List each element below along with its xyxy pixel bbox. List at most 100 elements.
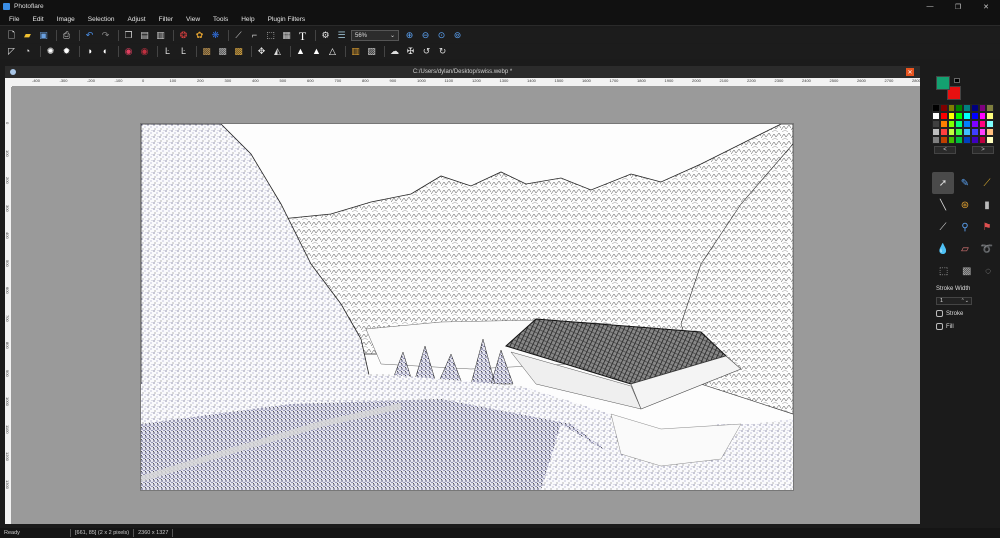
vertical-scrollbar[interactable]: [914, 87, 920, 524]
zoom-fit-icon[interactable]: ⊙: [435, 29, 448, 42]
palette-swatch[interactable]: [939, 104, 948, 112]
triangle-icon[interactable]: ▲: [294, 45, 307, 58]
palette-swatch[interactable]: [955, 136, 963, 144]
ellipse-select-icon[interactable]: ◌: [985, 266, 991, 277]
spinner-icon[interactable]: ⌃⌄: [961, 298, 969, 304]
palette-swatch[interactable]: [947, 136, 956, 144]
undo-icon[interactable]: ↶: [83, 29, 96, 42]
palette-swatch[interactable]: [978, 120, 987, 128]
stroke-checkbox[interactable]: [936, 310, 943, 317]
oil-paint-icon[interactable]: ▩: [232, 45, 245, 58]
palette-swatch[interactable]: [986, 112, 994, 120]
palette-swatch[interactable]: [986, 136, 994, 144]
zoom-actual-icon[interactable]: ⊚: [451, 29, 464, 42]
palette-swatch[interactable]: [963, 120, 971, 128]
palette-swatch[interactable]: [978, 128, 987, 136]
fill-checkbox[interactable]: [936, 323, 943, 330]
palette-swatch[interactable]: [955, 104, 963, 112]
maximize-button[interactable]: ❐: [944, 0, 972, 13]
line-icon[interactable]: ╲: [932, 194, 954, 216]
color-mix-icon[interactable]: ✿: [193, 29, 206, 42]
palette-swatch[interactable]: [947, 120, 956, 128]
image-size-icon[interactable]: ◸: [5, 45, 18, 58]
contrast-icon[interactable]: ◑: [83, 45, 96, 58]
stroke-checkbox-row[interactable]: Stroke: [936, 310, 963, 317]
triangle-outline-icon[interactable]: △: [326, 45, 339, 58]
contrast-down-icon[interactable]: ◐: [99, 45, 112, 58]
pointer-icon[interactable]: ➚: [932, 172, 954, 194]
save-icon[interactable]: ▣: [37, 29, 50, 42]
palette-swatch[interactable]: [932, 120, 940, 128]
saturation-icon[interactable]: ◉: [122, 45, 135, 58]
redo-icon[interactable]: ↷: [99, 29, 112, 42]
palette-swatch[interactable]: [970, 128, 979, 136]
rgb-channels-icon[interactable]: ❋: [209, 29, 222, 42]
lasso-icon[interactable]: ➰: [976, 238, 998, 260]
sepia-icon[interactable]: ▩: [200, 45, 213, 58]
paste-icon[interactable]: ▤: [138, 29, 151, 42]
palette-swatch[interactable]: [986, 104, 994, 112]
pen-icon[interactable]: ✎: [954, 172, 976, 194]
palette-swatch[interactable]: [978, 104, 987, 112]
minimize-button[interactable]: —: [916, 0, 944, 13]
rotate-left-icon[interactable]: ↺: [420, 45, 433, 58]
paint-bucket-icon[interactable]: ⊛: [954, 194, 976, 216]
palette-swatch[interactable]: [947, 104, 956, 112]
grid-icon[interactable]: ▦: [280, 29, 293, 42]
palette-swatch[interactable]: [963, 104, 971, 112]
brightness-down-icon[interactable]: ✹: [60, 45, 73, 58]
print-icon[interactable]: ⎙: [60, 29, 73, 42]
palette-next-button[interactable]: >: [972, 146, 994, 154]
text-icon[interactable]: T: [296, 29, 309, 42]
palette-swatch[interactable]: [939, 128, 948, 136]
desaturate-icon[interactable]: ◉: [138, 45, 151, 58]
brush-icon[interactable]: ⟋: [932, 216, 954, 238]
zoom-select[interactable]: 56% ⌄: [351, 30, 399, 41]
paste-new-icon[interactable]: ▥: [154, 29, 167, 42]
fill-checkbox-row[interactable]: Fill: [936, 323, 954, 330]
palette-swatch[interactable]: [939, 136, 948, 144]
filled-rect-select-icon[interactable]: ▩: [962, 266, 971, 277]
palette-swatch[interactable]: [963, 136, 971, 144]
brightness-icon[interactable]: ✺: [44, 45, 57, 58]
palette-swatch[interactable]: [932, 104, 940, 112]
color-balance-icon[interactable]: ❂: [177, 29, 190, 42]
palette-swatch[interactable]: [955, 112, 963, 120]
palette-swatch[interactable]: [947, 128, 956, 136]
primary-color-swatch[interactable]: [936, 76, 950, 90]
palette-swatch[interactable]: [970, 136, 979, 144]
blur-drop-icon[interactable]: 💧: [932, 238, 954, 260]
eraser-icon[interactable]: ▱: [954, 238, 976, 260]
rect-select-icon[interactable]: ⬚: [939, 266, 948, 277]
image-info-icon[interactable]: ☰: [335, 29, 348, 42]
document-close-icon[interactable]: ✕: [906, 68, 914, 76]
new-file-icon[interactable]: 🗋: [5, 29, 18, 42]
palette-swatch[interactable]: [932, 136, 940, 144]
grayscale-icon[interactable]: ▩: [216, 45, 229, 58]
select-icon[interactable]: ⬚: [264, 29, 277, 42]
smudge-icon[interactable]: ⚲: [954, 216, 976, 238]
palette-swatch[interactable]: [947, 112, 956, 120]
curves-icon[interactable]: Ŀ: [177, 45, 190, 58]
stroke-width-spinbox[interactable]: 1 ⌃⌄: [936, 297, 972, 305]
default-colors-icon[interactable]: [954, 78, 960, 83]
palette-swatch[interactable]: [986, 120, 994, 128]
zoom-in-icon[interactable]: ⊕: [403, 29, 416, 42]
settings-gear-icon[interactable]: ⚙: [319, 29, 332, 42]
palette-swatch[interactable]: [970, 120, 979, 128]
palette-swatch[interactable]: [955, 120, 963, 128]
eyedropper-icon[interactable]: ⟋: [976, 172, 998, 194]
triangle-alt-icon[interactable]: ▲: [310, 45, 323, 58]
swirl-icon[interactable]: ✠: [404, 45, 417, 58]
palette-swatch[interactable]: [970, 104, 979, 112]
palette-swatch[interactable]: [939, 120, 948, 128]
crop-icon[interactable]: ⌐: [248, 29, 261, 42]
stamp-icon[interactable]: ⚑: [976, 216, 998, 238]
copy-icon[interactable]: ❐: [122, 29, 135, 42]
color-bars-icon[interactable]: ▥: [349, 45, 362, 58]
palette-swatch[interactable]: [978, 112, 987, 120]
palette-swatch[interactable]: [963, 128, 971, 136]
zoom-out-icon[interactable]: ⊖: [419, 29, 432, 42]
flip-icon[interactable]: ◭: [271, 45, 284, 58]
palette-swatch[interactable]: [939, 112, 948, 120]
